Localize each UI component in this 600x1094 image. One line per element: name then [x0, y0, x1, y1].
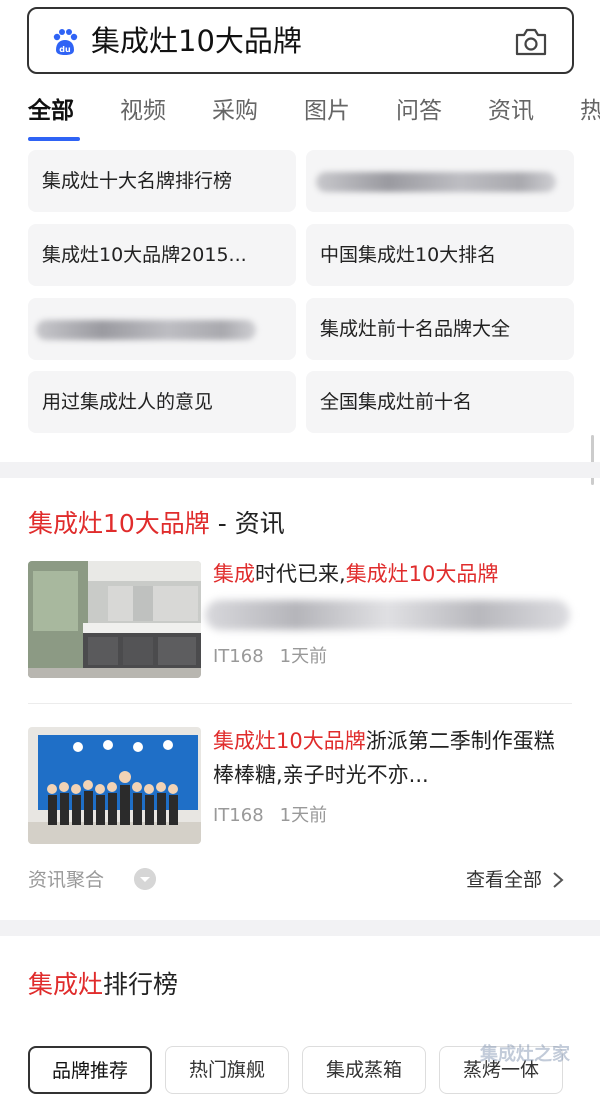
- tab-images[interactable]: 图片: [304, 94, 350, 128]
- kids-photo-image: [28, 727, 201, 844]
- related-chip[interactable]: 集成灶10大品牌2015...: [28, 224, 296, 286]
- related-chip[interactable]: 全国集成灶前十名: [306, 371, 574, 433]
- ranking-chip-brand[interactable]: 品牌推荐: [28, 1046, 152, 1094]
- headline-part: 时代已来,: [255, 562, 346, 586]
- tab-hot[interactable]: 热: [580, 94, 600, 128]
- item-divider: [28, 703, 572, 704]
- baidu-paw-logo: du: [53, 29, 78, 55]
- news-headline-2[interactable]: 集成灶10大品牌浙派第二季制作蛋糕棒棒糖,亲子时光不亦...: [213, 724, 573, 792]
- news-thumbnail-kids[interactable]: [28, 727, 201, 844]
- related-chip[interactable]: 集成灶前十名品牌大全: [306, 298, 574, 360]
- kitchen-image: [28, 561, 201, 678]
- news-title-highlight: 集成灶10大品牌: [28, 509, 210, 538]
- blurred-text: [36, 320, 256, 340]
- related-chip[interactable]: 中国集成灶10大排名: [306, 224, 574, 286]
- news-source: IT168: [213, 805, 264, 826]
- news-section-title[interactable]: 集成灶10大品牌 - 资讯: [28, 504, 285, 544]
- camera-icon[interactable]: [514, 27, 548, 57]
- headline-part: 集成: [213, 562, 255, 586]
- news-headline-1[interactable]: 集成时代已来,集成灶10大品牌: [213, 557, 573, 591]
- tab-news[interactable]: 资讯: [488, 94, 534, 128]
- related-chip[interactable]: 用过集成灶人的意见: [28, 371, 296, 433]
- ranking-title-highlight: 集成灶: [28, 970, 104, 999]
- baidu-logo-text: du: [59, 45, 71, 54]
- tab-video[interactable]: 视频: [120, 94, 166, 128]
- ranking-section-title[interactable]: 集成灶排行榜: [28, 966, 178, 1004]
- ranking-title-suffix: 排行榜: [103, 970, 179, 999]
- news-source: IT168: [213, 646, 264, 667]
- news-meta-2: IT168 1天前: [213, 803, 343, 829]
- news-aggregate-label[interactable]: 资讯聚合: [28, 866, 104, 894]
- ranking-chip-flagship[interactable]: 热门旗舰: [165, 1046, 289, 1094]
- active-tab-indicator: [28, 137, 80, 141]
- watermark: 集成灶之家: [480, 1044, 570, 1065]
- search-bar[interactable]: du 集成灶10大品牌: [27, 7, 574, 74]
- news-meta-1: IT168 1天前: [213, 644, 343, 670]
- chevron-right-icon[interactable]: [550, 870, 566, 890]
- headline-part: 集成灶10大品牌: [213, 729, 366, 753]
- news-thumbnail-kitchen[interactable]: [28, 561, 201, 678]
- related-chip-blurred[interactable]: [306, 150, 574, 212]
- ranking-chip-steamer[interactable]: 集成蒸箱: [302, 1046, 426, 1094]
- section-divider: [0, 920, 600, 936]
- section-divider: [0, 462, 600, 478]
- chevron-down-icon[interactable]: [134, 868, 156, 890]
- tab-qa[interactable]: 问答: [396, 94, 442, 128]
- search-input[interactable]: 集成灶10大品牌: [91, 21, 302, 61]
- view-all-link[interactable]: 查看全部: [466, 866, 542, 894]
- related-chip[interactable]: 集成灶十大名牌排行榜: [28, 150, 296, 212]
- headline-part: 集成灶10大品牌: [345, 562, 499, 586]
- blurred-text: [316, 172, 556, 192]
- news-title-suffix: - 资讯: [209, 509, 285, 538]
- blurred-snippet: [205, 600, 570, 630]
- news-time: 1天前: [279, 646, 328, 667]
- tab-all[interactable]: 全部: [28, 94, 74, 128]
- related-chip-blurred[interactable]: [28, 298, 296, 360]
- tab-bar: 全部 视频 采购 图片 问答 资讯 热: [0, 94, 600, 140]
- news-time: 1天前: [279, 805, 328, 826]
- tab-purchase[interactable]: 采购: [212, 94, 258, 128]
